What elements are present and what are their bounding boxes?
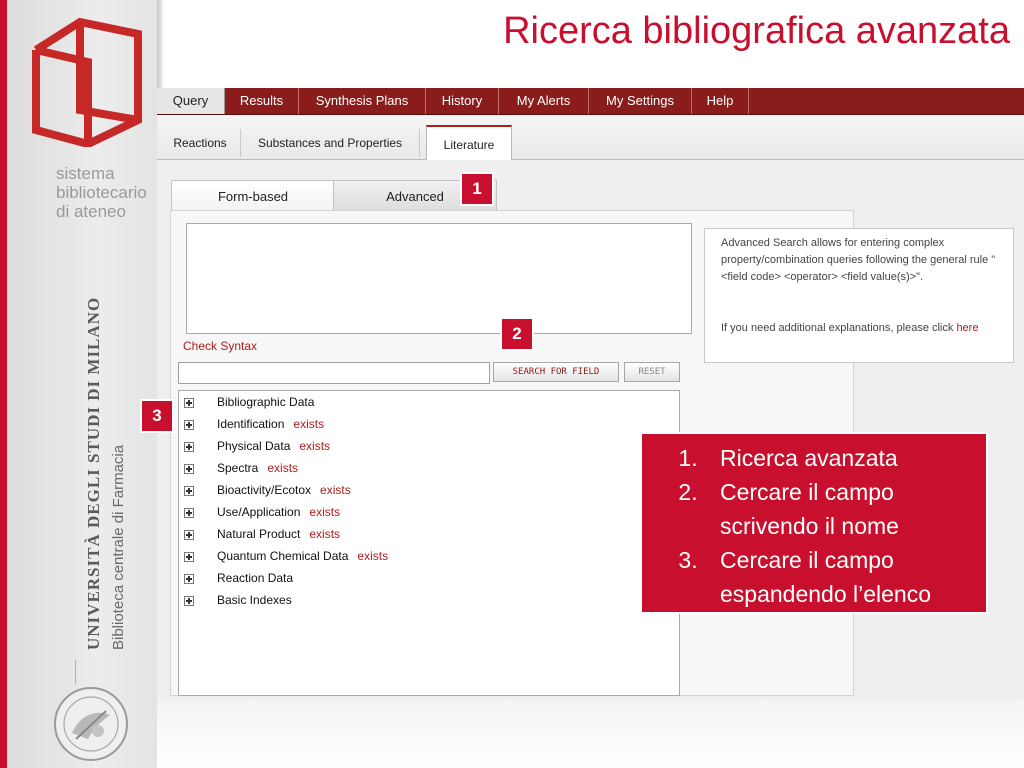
sistema-bibliotecario-logo-icon [32, 17, 142, 147]
app-bottom-fade [157, 700, 1024, 768]
expand-icon[interactable] [184, 420, 194, 430]
advanced-query-input[interactable] [186, 223, 692, 334]
university-seal-icon [54, 687, 128, 761]
tree-item-label: Basic Indexes [217, 593, 292, 607]
query-type-tabs: Reactions Substances and Properties Lite… [157, 115, 1024, 162]
sistema-line-1: sistema [56, 164, 115, 183]
expand-icon[interactable] [184, 442, 194, 452]
nav-my-alerts[interactable]: My Alerts [499, 88, 589, 114]
slide-title: Ricerca bibliografica avanzata [503, 10, 1010, 52]
tab-substances-properties[interactable]: Substances and Properties [241, 129, 420, 157]
step-item-2: Cercare il campo scrivendo il nome [704, 475, 986, 543]
help-here-link[interactable]: here [956, 322, 978, 334]
expand-icon[interactable] [184, 464, 194, 474]
exists-tag: exists [293, 417, 325, 431]
tree-item-label: Bibliographic Data [217, 395, 315, 409]
nav-query[interactable]: Query [157, 88, 225, 114]
exists-tag: exists [309, 527, 341, 541]
help-more-label: If you need additional explanations, ple… [721, 322, 954, 334]
tree-item-label: Bioactivity/Ecotox [217, 483, 312, 497]
reset-button[interactable]: RESET [624, 362, 680, 382]
tree-item-label: Reaction Data [217, 571, 294, 585]
expand-icon[interactable] [184, 508, 194, 518]
step-badge-3: 3 [140, 399, 174, 433]
tree-item-label: Physical Data [217, 439, 291, 453]
expand-icon[interactable] [184, 574, 194, 584]
help-box: Advanced Search allows for entering comp… [704, 228, 1014, 363]
accent-strip [0, 0, 7, 768]
exists-tag: exists [309, 505, 341, 519]
exists-tag: exists [357, 549, 389, 563]
tree-item-label: Spectra [217, 461, 259, 475]
field-search-input[interactable] [178, 362, 490, 384]
nav-history[interactable]: History [426, 88, 499, 114]
tree-item-label: Quantum Chemical Data [217, 549, 349, 563]
nav-help[interactable]: Help [692, 88, 749, 114]
expand-icon[interactable] [184, 552, 194, 562]
tab-literature[interactable]: Literature [426, 125, 512, 162]
tree-item-label: Natural Product [217, 527, 301, 541]
tab-form-based[interactable]: Form-based [171, 180, 335, 211]
divider [75, 660, 76, 684]
expand-icon[interactable] [184, 530, 194, 540]
step-item-1: Ricerca avanzata [704, 441, 986, 475]
expand-icon[interactable] [184, 596, 194, 606]
university-name: UNIVERSITÀ DEGLI STUDI DI MILANO [84, 296, 103, 650]
nav-my-settings[interactable]: My Settings [589, 88, 692, 114]
step-badge-2: 2 [500, 317, 534, 351]
expand-icon[interactable] [184, 398, 194, 408]
help-more-text: If you need additional explanations, ple… [721, 320, 1003, 337]
help-text: Advanced Search allows for entering comp… [721, 237, 996, 283]
tab-reactions[interactable]: Reactions [160, 129, 241, 157]
tree-item-label: Use/Application [217, 505, 301, 519]
nav-synthesis-plans[interactable]: Synthesis Plans [299, 88, 426, 114]
exists-tag: exists [299, 439, 331, 453]
top-nav: Query Results Synthesis Plans History My… [157, 88, 1024, 115]
sistema-line-2: bibliotecario [56, 183, 147, 202]
exists-tag: exists [320, 483, 351, 497]
steps-callout: Ricerca avanzata Cercare il campo scrive… [640, 432, 988, 614]
check-syntax-link[interactable]: Check Syntax [183, 339, 257, 353]
expand-icon[interactable] [184, 486, 194, 496]
steps-list: Ricerca avanzata Cercare il campo scrive… [642, 434, 986, 611]
step-item-3: Cercare il campo espandendo l’elenco [704, 543, 986, 611]
exists-tag: exists [267, 461, 299, 475]
tree-item-label: Identification [217, 417, 285, 431]
field-tree: Bibliographic Data Identification exists … [178, 390, 680, 696]
library-name: Biblioteca centrale di Farmacia [110, 444, 127, 650]
nav-results[interactable]: Results [225, 88, 299, 114]
search-for-field-button[interactable]: SEARCH FOR FIELD [493, 362, 619, 382]
sistema-line-3: di ateneo [56, 202, 126, 221]
step-badge-1: 1 [460, 172, 494, 206]
